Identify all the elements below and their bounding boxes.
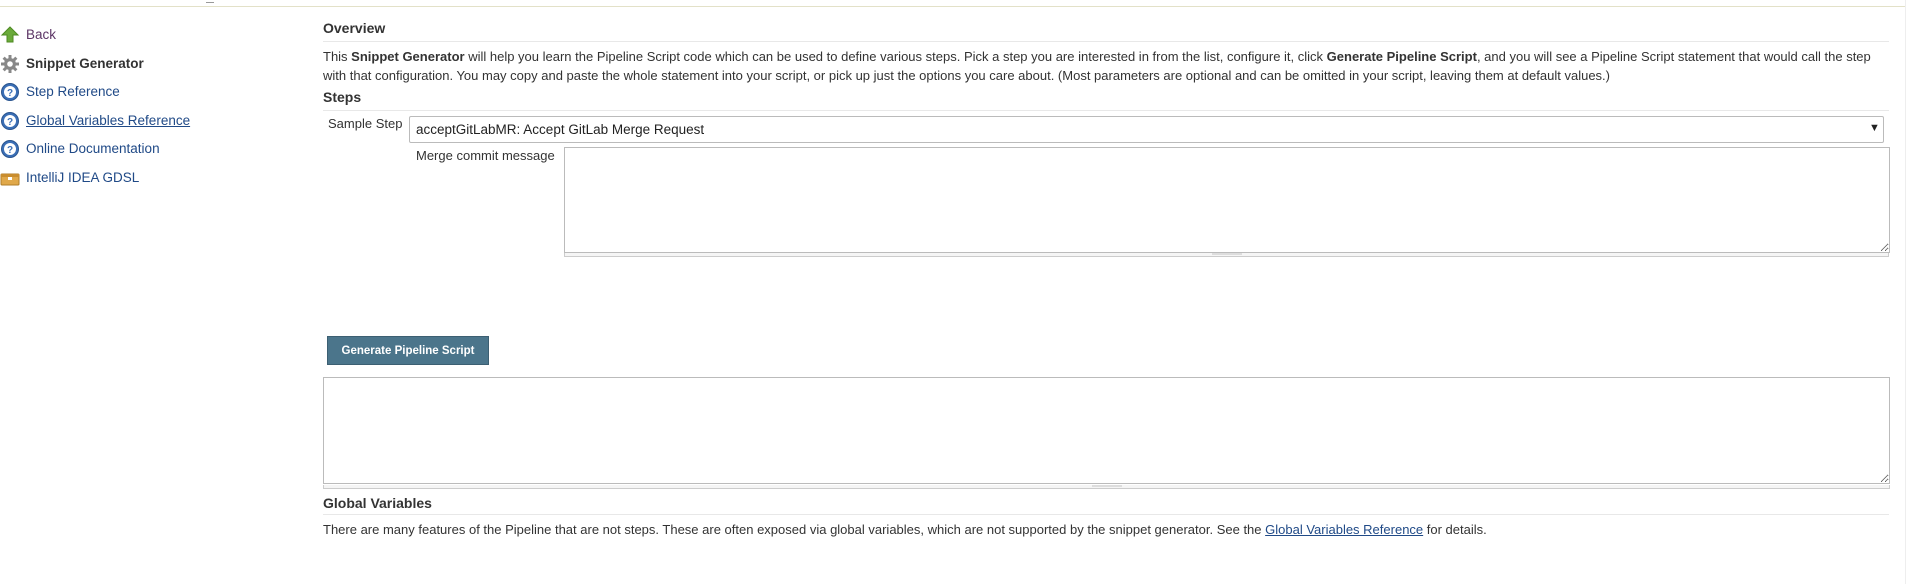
generated-script-output[interactable] [323, 377, 1890, 484]
gear-icon [0, 54, 20, 74]
svg-text:?: ? [7, 145, 13, 156]
overview-description: This Snippet Generator will help you lea… [323, 47, 1886, 85]
sidebar-item-intellij-idea-gdsl[interactable]: IntelliJ IDEA GDSL [0, 163, 300, 192]
global-variables-reference-link[interactable]: Global Variables Reference [1265, 522, 1423, 537]
main-content: Overview This Snippet Generator will hel… [323, 20, 1890, 257]
page-scrollbar[interactable] [1905, 0, 1916, 584]
overview-text-2: will help you learn the Pipeline Script … [464, 49, 1327, 64]
breadcrumb-chevron [206, 0, 214, 3]
sidebar-item-global-variables-reference[interactable]: ? Global Variables Reference [0, 106, 300, 135]
resize-grip-icon [1091, 485, 1122, 487]
sidebar-item-label[interactable]: Back [26, 27, 56, 42]
global-variables-title: Global Variables [323, 495, 1889, 515]
help-icon: ? [0, 111, 20, 131]
top-header-strip [0, 0, 1916, 7]
textarea-resize-bar[interactable] [564, 253, 1889, 257]
global-variables-text-before: There are many features of the Pipeline … [323, 522, 1266, 537]
overview-bold-2: Generate Pipeline Script [1326, 49, 1477, 64]
global-variables-text-after: for details. [1423, 522, 1487, 537]
textarea-resize-bar[interactable] [323, 485, 1890, 489]
sidebar-item-label[interactable]: Online Documentation [26, 141, 160, 156]
sample-step-select[interactable]: acceptGitLabMR: Accept GitLab Merge Requ… [409, 116, 1884, 143]
sidebar: Back Snippet Generator ? Step Reference … [0, 20, 300, 192]
svg-text:?: ? [7, 117, 13, 128]
sidebar-item-snippet-generator[interactable]: Snippet Generator [0, 49, 300, 78]
global-variables-description: There are many features of the Pipeline … [323, 522, 1487, 537]
help-icon: ? [0, 139, 20, 159]
sidebar-item-label[interactable]: Snippet Generator [26, 56, 144, 71]
generate-pipeline-script-button[interactable]: Generate Pipeline Script [327, 336, 489, 365]
merge-commit-message-label: Merge commit message [416, 148, 555, 163]
steps-title: Steps [323, 89, 1889, 111]
sidebar-item-back[interactable]: Back [0, 20, 300, 49]
package-icon [0, 168, 20, 188]
sample-step-label: Sample Step [328, 116, 403, 131]
sidebar-item-online-documentation[interactable]: ? Online Documentation [0, 134, 300, 163]
help-icon: ? [0, 82, 20, 102]
sidebar-item-label[interactable]: IntelliJ IDEA GDSL [26, 170, 139, 185]
resize-grip-icon [1211, 253, 1242, 255]
sidebar-item-label[interactable]: Step Reference [26, 84, 120, 99]
overview-title: Overview [323, 20, 1889, 42]
sidebar-item-step-reference[interactable]: ? Step Reference [0, 77, 300, 106]
merge-commit-message-field[interactable] [564, 147, 1890, 253]
svg-text:?: ? [7, 88, 13, 99]
overview-text-1: This [323, 49, 352, 64]
sidebar-item-label[interactable]: Global Variables Reference [26, 113, 190, 128]
up-arrow-icon [0, 25, 20, 45]
overview-bold-1: Snippet Generator [351, 49, 465, 64]
